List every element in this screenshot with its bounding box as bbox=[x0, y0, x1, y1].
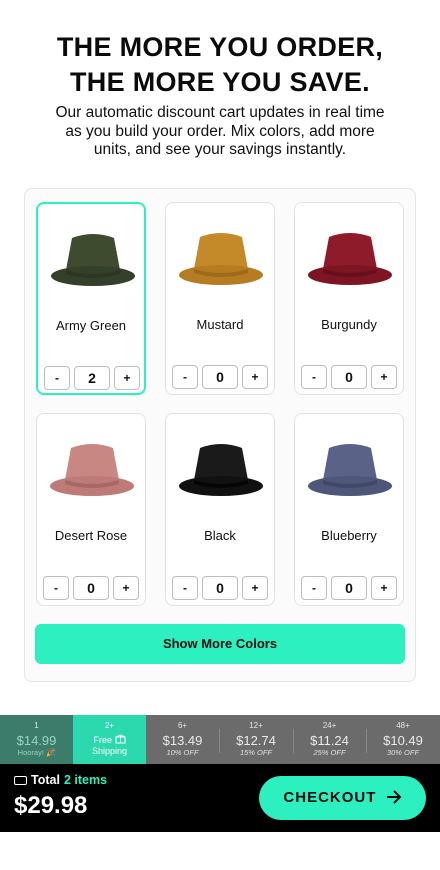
increase-button[interactable]: + bbox=[242, 576, 268, 600]
tier-note: 30% OFF bbox=[386, 748, 420, 757]
tier-note: 10% OFF bbox=[166, 748, 199, 757]
increase-button[interactable]: + bbox=[371, 576, 397, 600]
tier-price: $13.49 bbox=[162, 733, 203, 748]
tier-qty: 24+ bbox=[322, 721, 337, 730]
tier-4: 12+ $12.74 15% OFF bbox=[219, 715, 293, 764]
tier-price: $10.49 bbox=[383, 733, 423, 748]
headline-line-1: THE MORE YOU ORDER, bbox=[56, 32, 384, 62]
decrease-button[interactable]: - bbox=[43, 576, 69, 600]
quantity-value[interactable]: 2 bbox=[74, 366, 110, 390]
quantity-value[interactable]: 0 bbox=[73, 576, 109, 600]
tier-qty: 48+ bbox=[396, 721, 410, 730]
tier-3: 6+ $13.49 10% OFF bbox=[146, 715, 219, 764]
product-card-desert-rose[interactable]: Desert Rose - 0 + bbox=[36, 413, 146, 606]
tier-5: 24+ $11.24 25% OFF bbox=[293, 715, 366, 764]
subtext: Our automatic discount cart updates in r… bbox=[55, 104, 385, 158]
checkout-button[interactable]: CHECKOUT bbox=[259, 776, 426, 820]
bucket-hat-icon bbox=[51, 234, 135, 286]
product-name: Burgundy bbox=[321, 317, 377, 332]
quantity-value[interactable]: 0 bbox=[202, 576, 238, 600]
product-card-mustard[interactable]: Mustard - 0 + bbox=[165, 202, 275, 395]
increase-button[interactable]: + bbox=[114, 366, 140, 390]
quantity-value[interactable]: 0 bbox=[202, 365, 238, 389]
increase-button[interactable]: + bbox=[371, 365, 397, 389]
tier-note: 25% OFF bbox=[313, 748, 346, 757]
tag-icon bbox=[14, 776, 27, 785]
increase-button[interactable]: + bbox=[242, 365, 268, 389]
decrease-button[interactable]: - bbox=[301, 576, 327, 600]
bucket-hat-icon bbox=[50, 444, 134, 496]
bucket-hat-icon bbox=[179, 233, 263, 285]
free-shipping-label: Free Shipping bbox=[73, 734, 146, 757]
shipping-label: Shipping bbox=[91, 746, 128, 756]
tier-qty: 6+ bbox=[177, 721, 188, 730]
product-name: Army Green bbox=[55, 318, 127, 333]
product-card-black[interactable]: Black - 0 + bbox=[165, 413, 275, 606]
decrease-button[interactable]: - bbox=[44, 366, 70, 390]
discount-tiers-bar: 1 $14.99 Hooray! 🎉 2+ Free Shipping 6+ $… bbox=[0, 715, 440, 764]
decrease-button[interactable]: - bbox=[301, 365, 327, 389]
tier-6: 48+ $10.49 30% OFF bbox=[366, 715, 440, 764]
quantity-stepper: - 0 + bbox=[172, 365, 268, 389]
quantity-value[interactable]: 0 bbox=[331, 365, 367, 389]
quantity-value[interactable]: 0 bbox=[331, 576, 367, 600]
quantity-stepper: - 2 + bbox=[44, 366, 140, 390]
tier-price: $11.24 bbox=[310, 733, 349, 748]
product-card-army-green[interactable]: Army Green - 2 + bbox=[36, 202, 146, 395]
checkout-label: CHECKOUT bbox=[283, 789, 377, 806]
quantity-stepper: - 0 + bbox=[172, 576, 268, 600]
tier-2-free-shipping: 2+ Free Shipping bbox=[73, 715, 146, 764]
show-more-colors-button[interactable]: Show More Colors bbox=[35, 624, 405, 664]
product-card-burgundy[interactable]: Burgundy - 0 + bbox=[294, 202, 404, 395]
product-name: Mustard bbox=[196, 317, 244, 332]
tier-qty: 12+ bbox=[249, 721, 263, 730]
free-label: Free bbox=[93, 735, 112, 745]
arrow-right-icon bbox=[386, 790, 401, 804]
decrease-button[interactable]: - bbox=[172, 576, 198, 600]
total-summary: Total 2 items bbox=[14, 773, 107, 787]
tier-1: 1 $14.99 Hooray! 🎉 bbox=[0, 715, 73, 764]
bucket-hat-icon bbox=[308, 444, 392, 496]
total-items: 2 items bbox=[63, 773, 108, 787]
bucket-hat-icon bbox=[179, 444, 263, 496]
tier-note: 15% OFF bbox=[239, 748, 273, 757]
quantity-stepper: - 0 + bbox=[301, 576, 397, 600]
headline: THE MORE YOU ORDER, THE MORE YOU SAVE. bbox=[0, 30, 440, 100]
product-card-blueberry[interactable]: Blueberry - 0 + bbox=[294, 413, 404, 606]
tier-price: $14.99 bbox=[16, 733, 57, 748]
quantity-stepper: - 0 + bbox=[301, 365, 397, 389]
product-name: Desert Rose bbox=[54, 528, 128, 543]
total-price: $29.98 bbox=[14, 792, 88, 819]
tier-qty: 1 bbox=[34, 721, 39, 730]
tier-note: Hooray! 🎉 bbox=[17, 748, 56, 757]
tier-price: $12.74 bbox=[236, 733, 276, 748]
cart-footer: Total 2 items $29.98 CHECKOUT bbox=[0, 764, 440, 832]
decrease-button[interactable]: - bbox=[172, 365, 198, 389]
product-name: Black bbox=[204, 528, 236, 543]
total-label: Total bbox=[31, 773, 60, 787]
product-name: Blueberry bbox=[321, 528, 377, 543]
increase-button[interactable]: + bbox=[113, 576, 139, 600]
tier-qty: 2+ bbox=[104, 721, 115, 730]
bucket-hat-icon bbox=[308, 233, 392, 285]
headline-line-2: THE MORE YOU SAVE. bbox=[70, 67, 370, 97]
quantity-stepper: - 0 + bbox=[43, 576, 139, 600]
box-icon bbox=[115, 734, 126, 744]
